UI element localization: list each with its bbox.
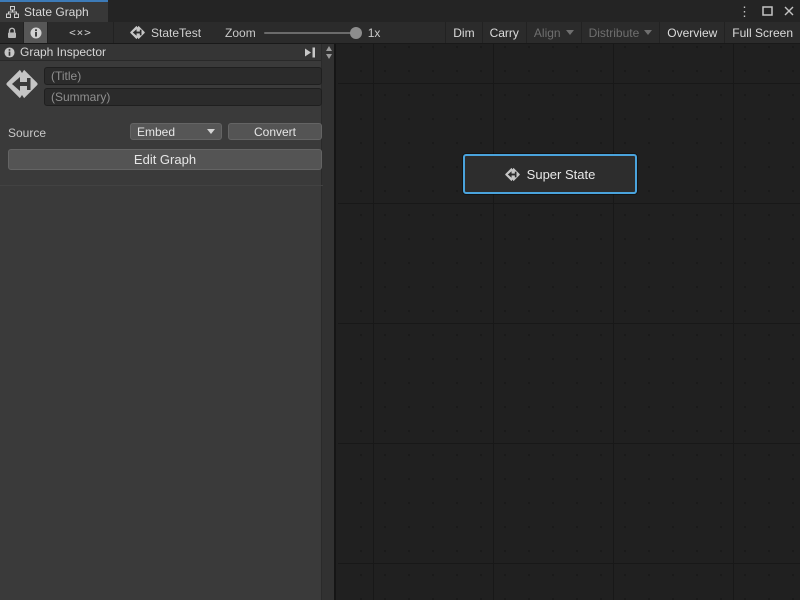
window-controls: ⋮ — [738, 0, 794, 22]
overview-label: Overview — [667, 26, 717, 40]
triangle-up-icon — [326, 46, 332, 51]
triangle-down-icon — [326, 54, 332, 59]
info-icon — [30, 27, 42, 39]
lock-icon — [7, 27, 17, 39]
source-label: Source — [8, 126, 46, 140]
state-graph-icon — [130, 25, 145, 40]
zoom-value: 1x — [368, 26, 381, 40]
maximize-icon[interactable] — [762, 6, 773, 16]
state-graph-icon — [505, 167, 520, 182]
chevron-down-icon — [644, 30, 652, 35]
zoom-slider[interactable] — [264, 32, 360, 34]
zoom-label: Zoom — [225, 26, 256, 40]
align-label: Align — [534, 26, 561, 40]
source-dropdown[interactable]: Embed — [130, 123, 222, 140]
scroll-down-button[interactable] — [322, 52, 335, 60]
inspector-toggle-button[interactable] — [24, 22, 48, 43]
graph-inspector-panel: Graph Inspector Source Embed Convert Edi… — [0, 44, 336, 600]
title-bar: State Graph ⋮ — [0, 0, 800, 22]
graph-inspector-header: Graph Inspector — [0, 44, 321, 61]
convert-label: Convert — [254, 125, 296, 139]
zoom-slider-knob[interactable] — [350, 27, 362, 39]
title-field[interactable] — [44, 67, 322, 85]
code-view-toggle-button[interactable]: <×> — [48, 22, 114, 43]
align-button[interactable]: Align — [526, 22, 581, 43]
graph-canvas[interactable]: Super State — [338, 44, 800, 600]
lock-button[interactable] — [0, 22, 24, 43]
full-screen-button[interactable]: Full Screen — [724, 22, 800, 43]
chevron-down-icon — [566, 30, 574, 35]
scroll-up-button[interactable] — [322, 44, 335, 52]
chevron-down-icon — [207, 129, 215, 134]
carry-button[interactable]: Carry — [482, 22, 526, 43]
node-label: Super State — [527, 167, 596, 182]
convert-button[interactable]: Convert — [228, 123, 322, 140]
code-icon: <×> — [69, 26, 92, 39]
overview-button[interactable]: Overview — [659, 22, 724, 43]
tab-label: State Graph — [24, 5, 89, 19]
edit-graph-button[interactable]: Edit Graph — [8, 149, 322, 170]
breadcrumb-label: StateTest — [151, 26, 201, 40]
source-dropdown-value: Embed — [137, 125, 175, 139]
graph-toolbar: <×> StateTest Zoom 1x Dim Carry Align — [0, 22, 800, 44]
dim-button[interactable]: Dim — [445, 22, 481, 43]
tab-state-graph[interactable]: State Graph — [0, 2, 108, 22]
full-screen-label: Full Screen — [732, 26, 793, 40]
super-state-node[interactable]: Super State — [463, 154, 637, 194]
window-menu-icon[interactable]: ⋮ — [738, 5, 751, 18]
distribute-label: Distribute — [589, 26, 640, 40]
graph-hierarchy-icon — [6, 6, 19, 18]
carry-label: Carry — [490, 26, 519, 40]
toolbar-right-group: Dim Carry Align Distribute Overview Full… — [445, 22, 800, 43]
zoom-control: Zoom 1x — [215, 22, 380, 43]
breadcrumb[interactable]: StateTest — [114, 22, 215, 43]
edit-graph-label: Edit Graph — [134, 152, 196, 167]
summary-field[interactable] — [44, 88, 322, 106]
info-icon — [4, 47, 15, 58]
close-icon[interactable] — [784, 6, 794, 16]
distribute-button[interactable]: Distribute — [581, 22, 660, 43]
state-graph-icon-large — [6, 68, 38, 100]
dock-panel-icon[interactable] — [303, 47, 317, 58]
panel-title: Graph Inspector — [20, 45, 298, 59]
dim-label: Dim — [453, 26, 474, 40]
panel-divider — [0, 185, 323, 186]
panel-scrollbar[interactable] — [321, 44, 334, 600]
